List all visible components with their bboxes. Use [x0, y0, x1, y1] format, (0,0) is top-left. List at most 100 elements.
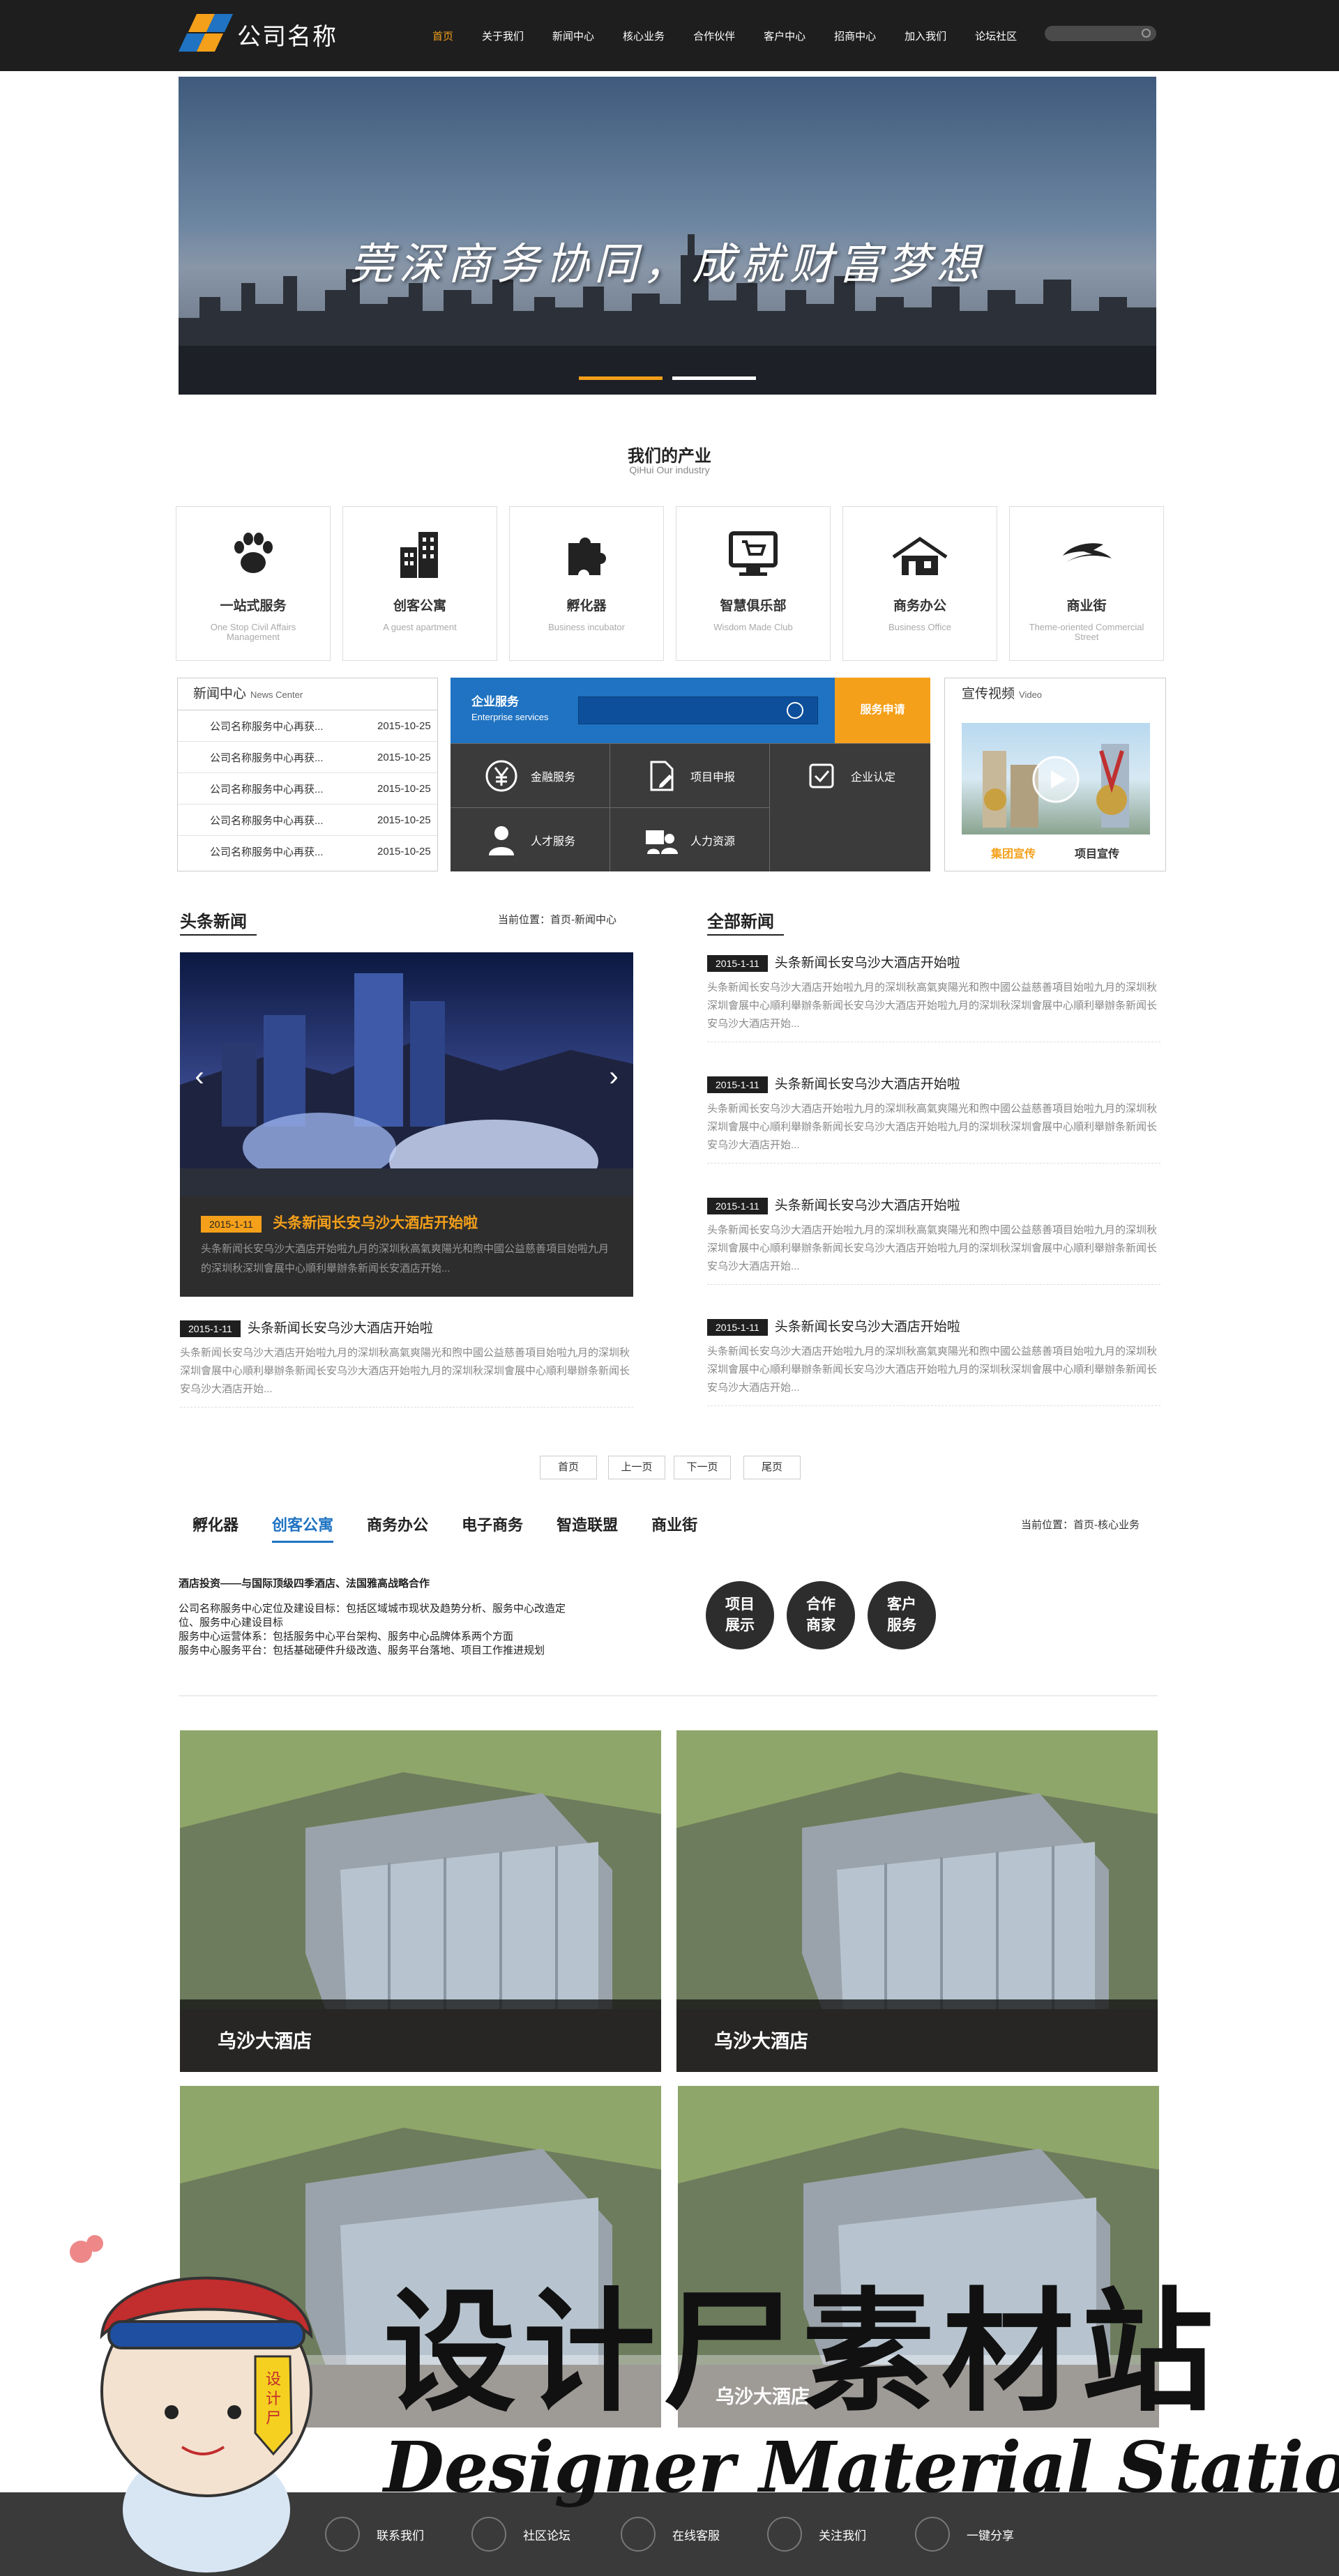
industry-card[interactable]: 一站式服务 One Stop Civil Affairs Management: [176, 506, 331, 661]
list-item[interactable]: 2015-1-11 头条新闻长安乌沙大酒店开始啦 头条新闻长安乌沙大酒店开始啦九月…: [707, 952, 1160, 1042]
service-project[interactable]: 项目申报: [610, 743, 770, 807]
list-item[interactable]: 公司名称服务中心再获... 2015-10-25: [178, 836, 437, 867]
nav-home[interactable]: 首页: [432, 29, 453, 43]
news-title: 头条新闻长安乌沙大酒店开始啦: [774, 956, 960, 970]
tab-ecommerce[interactable]: 电子商务: [462, 1513, 523, 1543]
industry-subtitle: QiHui Our industry: [629, 464, 710, 475]
industry-card[interactable]: 创客公寓 A guest apartment: [342, 506, 497, 661]
headset-icon: [621, 2517, 656, 2552]
pager-next[interactable]: 下一页: [674, 1456, 731, 1479]
svg-text:尸: 尸: [266, 2410, 281, 2428]
swoosh-icon: [1063, 543, 1112, 563]
nav-forum[interactable]: 论坛社区: [975, 29, 1017, 43]
watermark-cn: 设计尸素材站: [384, 2274, 1221, 2430]
service-certify[interactable]: 企业认定: [770, 743, 930, 807]
news-title: 头条新闻长安乌沙大酒店开始啦: [774, 1077, 960, 1092]
video-header: 宣传视频 Video: [945, 678, 1165, 710]
video-tab-group[interactable]: 集团宣传: [991, 844, 1036, 861]
nav-about[interactable]: 关于我们: [482, 29, 524, 43]
video-thumbnail[interactable]: [962, 723, 1150, 834]
services-search-input[interactable]: [578, 696, 818, 724]
slide-title[interactable]: 头条新闻长安乌沙大酒店开始啦: [273, 1215, 478, 1231]
list-item[interactable]: 2015-1-11 头条新闻长安乌沙大酒店开始啦 头条新闻长安乌沙大酒店开始啦九月…: [707, 1074, 1160, 1164]
date-badge: 2015-1-11: [180, 1320, 241, 1337]
search-input[interactable]: [1045, 26, 1156, 41]
circle-partners-button[interactable]: 合作 商家: [787, 1581, 855, 1649]
news-text: 头条新闻长安乌沙大酒店开始啦九月的深圳秋高氣爽陽光和煦中國公益慈善項目始啦九月的…: [707, 1103, 1158, 1151]
slide-prev-icon[interactable]: ‹: [187, 1062, 212, 1090]
hotel-card[interactable]: 乌沙大酒店: [676, 1730, 1158, 2072]
search-icon[interactable]: [787, 702, 803, 719]
footer-label: 一键分享: [967, 2529, 1014, 2543]
tab-office[interactable]: 商务办公: [367, 1513, 428, 1543]
pager-first[interactable]: 首页: [540, 1456, 597, 1479]
wechat-icon: [767, 2517, 802, 2552]
hero-banner[interactable]: 莞深商务协同，成就财富梦想: [179, 77, 1156, 395]
news-text: 头条新闻长安乌沙大酒店开始啦九月的深圳秋高氣爽陽光和煦中國公益慈善項目始啦九月的…: [707, 1346, 1158, 1394]
industry-card[interactable]: 商业街 Theme-oriented Commercial Street: [1009, 506, 1164, 661]
list-item[interactable]: 公司名称服务中心再获... 2015-10-25: [178, 710, 437, 742]
logo-text: 公司名称: [237, 23, 338, 50]
nav-news[interactable]: 新闻中心: [552, 29, 594, 43]
nav-partners[interactable]: 合作伙伴: [693, 29, 735, 43]
nav-core[interactable]: 核心业务: [623, 29, 665, 43]
tab-street[interactable]: 商业街: [651, 1513, 697, 1543]
tab-alliance[interactable]: 智造联盟: [557, 1513, 618, 1543]
list-item[interactable]: 公司名称服务中心再获... 2015-10-25: [178, 742, 437, 773]
footer-label: 关注我们: [819, 2529, 866, 2543]
building-icon: [400, 532, 438, 578]
news-text: 头条新闻长安乌沙大酒店开始啦九月的深圳秋高氣爽陽光和煦中國公益慈善項目始啦九月的…: [707, 982, 1158, 1030]
industry-name: 一站式服务: [220, 599, 287, 613]
industry-card[interactable]: 商务办公 Business Office: [842, 506, 997, 661]
news-title: 头条新闻长安乌沙大酒店开始啦: [774, 1198, 960, 1213]
news-center-header: 新闻中心 News Center: [178, 678, 437, 710]
nav-clients[interactable]: 客户中心: [764, 29, 805, 43]
industry-card[interactable]: 智慧俱乐部 Wisdom Made Club: [676, 506, 831, 661]
hotel-card[interactable]: 乌沙大酒店: [180, 1730, 661, 2072]
nav-join[interactable]: 加入我们: [905, 29, 946, 43]
service-talent[interactable]: 人才服务: [451, 807, 610, 871]
circle-service-button[interactable]: 客户 服务: [868, 1581, 936, 1649]
list-item[interactable]: 2015-1-11 头条新闻长安乌沙大酒店开始啦 头条新闻长安乌沙大酒店开始啦九月…: [707, 1316, 1160, 1406]
circle-label: 服务: [887, 1617, 916, 1633]
nav-invest[interactable]: 招商中心: [834, 29, 876, 43]
list-item[interactable]: 公司名称服务中心再获... 2015-10-25: [178, 805, 437, 836]
pager-prev[interactable]: 上一页: [608, 1456, 665, 1479]
video-title: 宣传视频: [962, 687, 1015, 701]
puzzle-icon: [568, 538, 606, 575]
list-item[interactable]: 2015-1-11 头条新闻长安乌沙大酒店开始啦 头条新闻长安乌沙大酒店开始啦九月…: [180, 1318, 633, 1408]
news-date: 2015-10-25: [377, 782, 431, 795]
service-finance[interactable]: 金融服务: [451, 743, 610, 807]
yen-icon: [485, 760, 517, 791]
service-label: 人才服务: [530, 835, 575, 848]
watermark-en: Designer Material Station: [384, 2426, 1339, 2508]
service-hr[interactable]: 人力资源: [610, 807, 770, 871]
industry-card[interactable]: 孵化器 Business incubator: [509, 506, 664, 661]
intro-title: 酒店投资——与国际顶级四季酒店、法国雅高战略合作: [179, 1578, 430, 1590]
slide-dot-active[interactable]: [579, 376, 663, 380]
service-label: 金融服务: [530, 771, 575, 784]
list-item[interactable]: 2015-1-11 头条新闻长安乌沙大酒店开始啦 头条新闻长安乌沙大酒店开始啦九月…: [707, 1195, 1160, 1285]
video-tab-project[interactable]: 项目宣传: [1075, 844, 1119, 861]
people-icon: [645, 830, 678, 854]
tab-incubator[interactable]: 孵化器: [192, 1513, 239, 1543]
circle-projects-button[interactable]: 项目 展示: [706, 1581, 774, 1649]
search-icon[interactable]: [1142, 29, 1151, 38]
news-title: 公司名称服务中心再获...: [210, 752, 324, 764]
circle-label: 商家: [806, 1617, 835, 1633]
date-badge: 2015-1-11: [707, 1198, 768, 1214]
list-item[interactable]: 公司名称服务中心再获... 2015-10-25: [178, 773, 437, 805]
tab-apartment[interactable]: 创客公寓: [272, 1513, 334, 1543]
logo[interactable]: 公司名称: [178, 11, 338, 57]
date-badge: 2015-1-11: [707, 1319, 768, 1336]
industry-sub: Business incubator: [548, 622, 625, 632]
service-apply-button[interactable]: 服务申请: [835, 678, 930, 743]
circle-label: 展示: [725, 1617, 755, 1633]
slide-next-icon[interactable]: ›: [601, 1062, 626, 1090]
play-icon[interactable]: [1031, 755, 1080, 804]
slide-dot[interactable]: [672, 376, 756, 380]
pager-last[interactable]: 尾页: [743, 1456, 801, 1479]
service-label: 企业认定: [850, 771, 895, 784]
hotel-name: 乌沙大酒店: [676, 1999, 1158, 2072]
headline-slider[interactable]: ‹ › 2015-1-11 头条新闻长安乌沙大酒店开始啦 头条新闻长安乌沙大酒店…: [180, 952, 633, 1297]
